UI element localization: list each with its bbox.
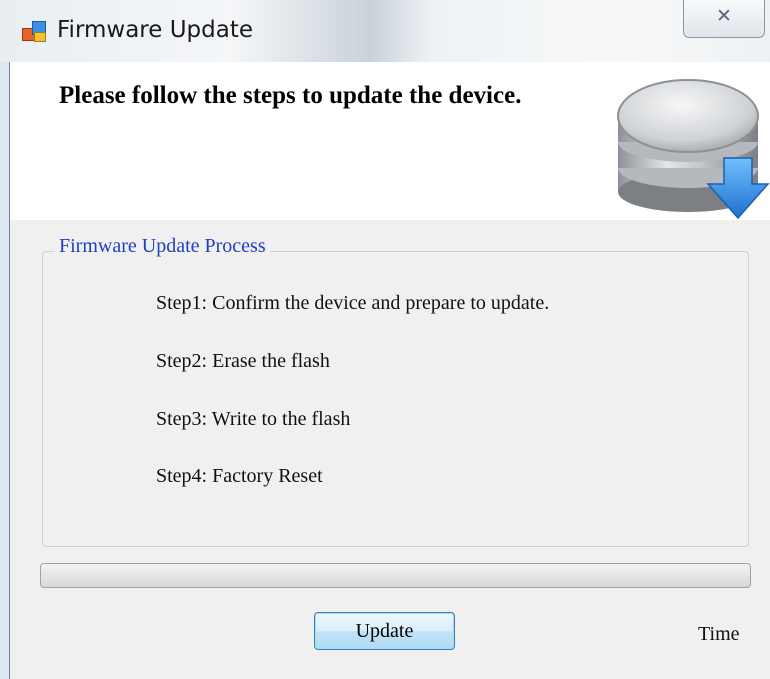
- update-button[interactable]: Update: [314, 612, 455, 650]
- dialog-body: Please follow the steps to update the de…: [9, 62, 770, 679]
- time-label: Time: [698, 623, 740, 645]
- step-3-text: Step3: Write to the flash: [156, 408, 351, 430]
- title-bar: Firmware Update ✕: [0, 0, 770, 62]
- step-1-text: Step1: Confirm the device and prepare to…: [156, 292, 550, 314]
- instruction-text: Please follow the steps to update the de…: [59, 82, 522, 109]
- close-button[interactable]: ✕: [683, 0, 765, 38]
- step-2-text: Step2: Erase the flash: [156, 350, 330, 372]
- close-icon: ✕: [716, 5, 732, 27]
- app-icon: [22, 18, 46, 42]
- step-4-text: Step4: Factory Reset: [156, 465, 323, 487]
- window-title: Firmware Update: [57, 17, 254, 43]
- header-panel: Please follow the steps to update the de…: [10, 62, 770, 220]
- groupbox-label: Firmware Update Process: [55, 235, 270, 258]
- progress-bar: [40, 563, 751, 588]
- database-download-icon: [617, 79, 770, 220]
